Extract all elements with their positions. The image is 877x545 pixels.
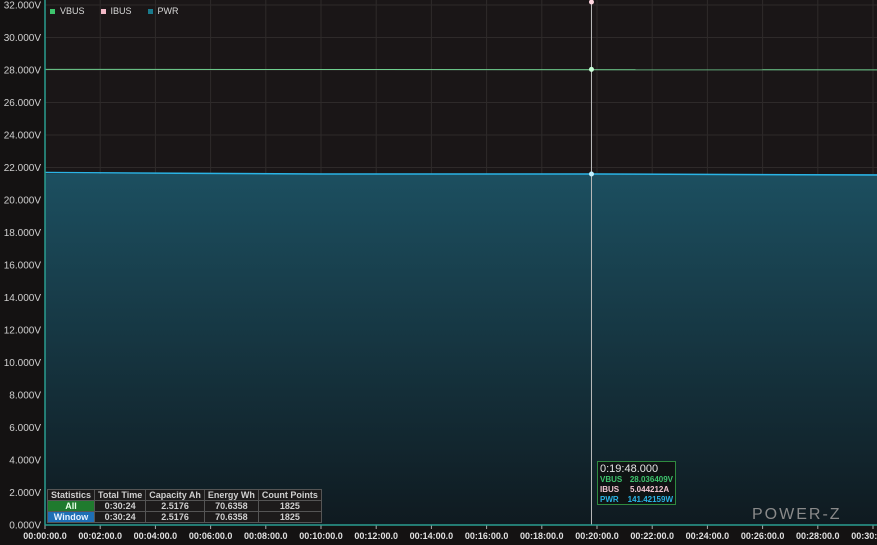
header-capacity: Capacity Ah (145, 489, 205, 501)
cell: 70.6358 (203, 500, 259, 512)
pwr-area-fill (45, 174, 877, 525)
x-tick-label: 00:12:00.0 (354, 531, 398, 541)
y-tick-label: 2.000V (9, 488, 41, 499)
pwr-cursor-point (588, 171, 594, 177)
ibus-swatch-icon (100, 9, 106, 15)
table-row: Window 0:30:24 2.5176 70.6358 1825 (46, 511, 322, 523)
row-label-window: Window (46, 511, 96, 523)
x-tick-label: 00:14:00.0 (410, 531, 454, 541)
y-tick-label: 8.000V (9, 391, 41, 402)
header-total-time: Total Time (94, 489, 147, 501)
cell: 0:30:24 (94, 500, 147, 512)
power-z-logo: POWER-Z (752, 506, 842, 523)
y-tick-label: 20.000V (4, 196, 42, 207)
vbus-cursor-point (588, 66, 594, 72)
vbus-series-line (44, 68, 877, 71)
x-tick-label: 00:10:00.0 (299, 531, 343, 541)
y-tick-label: 12.000V (4, 326, 42, 337)
x-tick-label: 00:06:00.0 (189, 531, 233, 541)
y-tick-label: 28.000V (4, 66, 42, 77)
legend: VBUS IBUS PWR (50, 6, 179, 16)
x-tick-label: 00:26:00.0 (741, 531, 785, 541)
x-tick-label: 00:00:00.0 (23, 531, 67, 541)
x-tick-label: 00:22:00.0 (630, 531, 674, 541)
row-label-all: All (46, 500, 96, 512)
table-row: All 0:30:24 2.5176 70.6358 1825 (46, 500, 322, 512)
header-count-points: Count Points (257, 489, 322, 501)
cursor-tooltip: 0:19:48.000 VBUS 28.036409V IBUS 5.044212A… (597, 461, 676, 505)
y-tick-label: 18.000V (4, 228, 42, 239)
tooltip-row-ibus: IBUS 5.044212A (600, 485, 670, 494)
cell: 1825 (257, 500, 322, 512)
statistics-header-row: Statistics Total Time Capacity Ah Energy… (46, 489, 322, 501)
legend-item-ibus[interactable]: IBUS (100, 6, 132, 16)
tooltip-row-pwr: PWR 141.42159W (600, 495, 673, 504)
cell: 2.5176 (145, 500, 205, 512)
tooltip-time: 0:19:48.000 (600, 463, 659, 475)
legend-item-vbus[interactable]: VBUS (50, 6, 85, 16)
y-tick-label: 10.000V (4, 358, 42, 369)
legend-item-pwr[interactable]: PWR (147, 6, 179, 16)
y-tick-label: 6.000V (9, 423, 41, 434)
y-tick-label: 22.000V (4, 163, 42, 174)
x-tick-label: 00:18:00.0 (520, 531, 564, 541)
x-tick-label: 00:20:00.0 (575, 531, 619, 541)
x-tick-label: 00:30:00.0 (851, 531, 877, 541)
y-tick-label: 0.000V (9, 521, 41, 532)
y-tick-label: 24.000V (4, 131, 42, 142)
x-tick-label: 00:28:00.0 (796, 531, 840, 541)
cell: 0:30:24 (94, 511, 147, 523)
y-tick-label: 30.000V (4, 33, 42, 44)
y-tick-label: 4.000V (9, 456, 41, 467)
y-tick-label: 16.000V (4, 261, 42, 272)
x-tick-label: 00:08:00.0 (244, 531, 288, 541)
cell: 1825 (257, 511, 322, 523)
x-tick-label: 00:02:00.0 (78, 531, 122, 541)
x-tick-label: 00:04:00.0 (134, 531, 178, 541)
vbus-swatch-icon (50, 9, 55, 15)
header-statistics: Statistics (46, 489, 96, 501)
x-tick-label: 00:16:00.0 (465, 531, 509, 541)
header-energy: Energy Wh (203, 489, 259, 501)
chart-plot[interactable]: 0.000V 2.000V 4.000V 6.000V 8.000V 10.000V 12.… (0, 0, 877, 545)
statistics-table: Statistics Total Time Capacity Ah Energy… (46, 489, 322, 523)
y-tick-label: 32.000V (4, 1, 42, 12)
cell: 2.5176 (145, 511, 205, 523)
cell: 70.6358 (203, 511, 259, 523)
tooltip-row-vbus: VBUS 28.036409V (600, 475, 673, 484)
y-tick-label: 14.000V (4, 293, 42, 304)
x-tick-label: 00:24:00.0 (686, 531, 730, 541)
pwr-swatch-icon (147, 9, 153, 15)
y-tick-label: 26.000V (4, 98, 42, 109)
